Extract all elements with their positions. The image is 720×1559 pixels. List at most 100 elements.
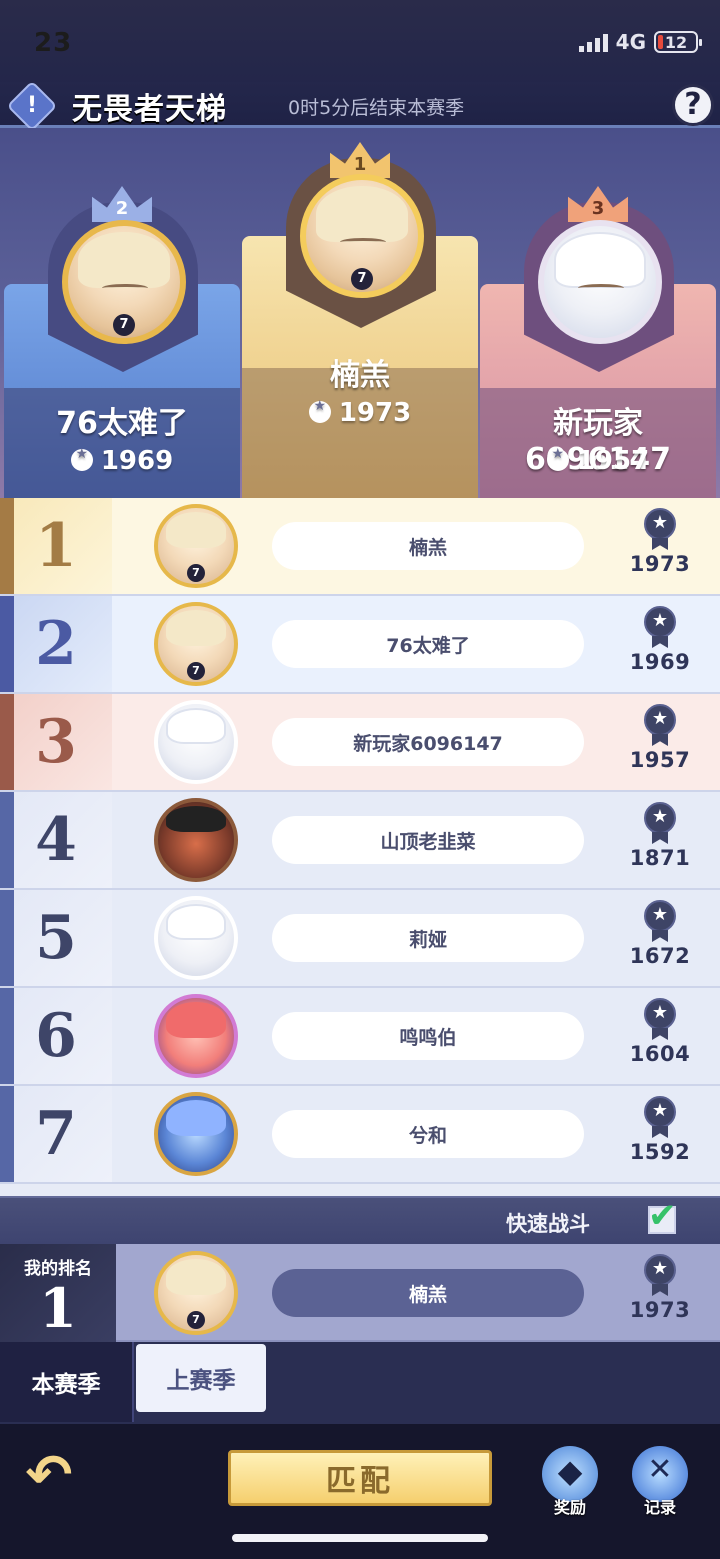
level-badge: 7 [113, 314, 135, 336]
player-avatar[interactable] [154, 1092, 238, 1176]
score-box: 1871 [612, 802, 708, 870]
player-name: 76太难了 [272, 620, 584, 668]
player-name: 山顶老韭菜 [272, 816, 584, 864]
crown-icon-first: 1 [330, 142, 390, 178]
score-value: 1969 [100, 446, 174, 476]
my-rank-number: 1 [39, 1276, 77, 1340]
ranking-row[interactable]: 5 莉娅 1672 [0, 890, 720, 988]
my-player-name: 楠羔 [272, 1269, 584, 1317]
reward-button[interactable]: 奖励 [538, 1446, 602, 1518]
podium-name-second: 76太难了 [56, 406, 188, 441]
score-value: 1957 [629, 748, 691, 772]
score-value: 1973 [338, 398, 412, 428]
score-value: 1672 [629, 944, 691, 968]
level-badge: 7 [187, 564, 205, 582]
score-value: 1957 [576, 446, 650, 476]
player-name: 兮和 [272, 1110, 584, 1158]
my-avatar[interactable]: 7 [154, 1251, 238, 1335]
ranking-row[interactable]: 1 7 楠羔 1973 [0, 498, 720, 596]
score-box: 1592 [612, 1096, 708, 1164]
score-value: 1871 [629, 846, 691, 870]
crown-icon-third: 3 [568, 186, 628, 222]
score-box: 1604 [612, 998, 708, 1066]
home-indicator[interactable] [232, 1534, 488, 1542]
player-avatar[interactable] [154, 798, 238, 882]
rank-number: 4 [0, 792, 112, 888]
avatar-first[interactable]: 7 [300, 174, 424, 298]
network-type: 4G [615, 30, 646, 54]
quick-battle-bar: 快速战斗 ✔ [0, 1196, 720, 1244]
rank-number: 3 [0, 694, 112, 790]
score-value: 1592 [629, 1140, 691, 1164]
battery-level: 12 [664, 32, 688, 52]
avatar-second[interactable]: 7 [62, 220, 186, 344]
record-button[interactable]: 记录 [628, 1446, 692, 1518]
reward-label: 奖励 [553, 1498, 586, 1517]
player-name: 鸣鸣伯 [272, 1012, 584, 1060]
check-icon: ✔ [648, 1196, 677, 1236]
season-countdown: 0时5分后结束本赛季 [288, 97, 465, 119]
battery-icon: 12 [654, 31, 702, 53]
status-time: 23 [34, 28, 73, 58]
score-box: 1957 [612, 704, 708, 772]
my-rank-label: 我的排名 [24, 1259, 92, 1279]
score-value: 1973 [629, 552, 691, 576]
score-box: 1973 [612, 508, 708, 576]
my-score-value: 1973 [629, 1298, 691, 1322]
signal-icon [578, 32, 608, 52]
player-avatar[interactable]: 7 [154, 602, 238, 686]
podium-score-second: 1969 [4, 446, 240, 476]
bottom-bar: ↶ 匹配 奖励 记录 [0, 1424, 720, 1559]
warning-glyph: ! [26, 93, 38, 118]
my-rank-cell: 我的排名 1 [0, 1244, 116, 1342]
info-warning-icon[interactable]: ! [6, 80, 58, 132]
medal-icon [644, 508, 676, 540]
record-label: 记录 [643, 1498, 676, 1517]
medal-icon [644, 900, 676, 932]
rank-number: 1 [0, 498, 112, 594]
ranking-row[interactable]: 2 7 76太难了 1969 [0, 596, 720, 694]
medal-icon [644, 606, 676, 638]
tab-previous-season[interactable]: 上赛季 [136, 1344, 266, 1412]
rank-number: 6 [0, 988, 112, 1084]
top-three-podium: 2 1 3 7 7 76太难了 1969 楠羔 1973 新玩家6096147 … [0, 128, 720, 498]
quick-battle-checkbox[interactable]: ✔ [648, 1196, 677, 1236]
medal-icon [308, 398, 331, 423]
ranking-row[interactable]: 6 鸣鸣伯 1604 [0, 988, 720, 1086]
level-badge: 7 [187, 662, 205, 680]
ranking-row[interactable]: 3 新玩家6096147 1957 [0, 694, 720, 792]
medal-icon [644, 998, 676, 1030]
my-rank-row: 我的排名 1 7 楠羔 1973 [0, 1244, 720, 1342]
podium-name-first: 楠羔 [330, 358, 390, 393]
medal-icon [644, 704, 676, 736]
level-badge: 7 [351, 268, 373, 290]
player-avatar[interactable] [154, 994, 238, 1078]
player-avatar[interactable] [154, 700, 238, 784]
player-name: 新玩家6096147 [272, 718, 584, 766]
avatar-third[interactable] [538, 220, 662, 344]
score-box: 1672 [612, 900, 708, 968]
status-indicators: 4G 12 [578, 30, 702, 54]
medal-icon [644, 1096, 676, 1128]
score-value: 1604 [629, 1042, 691, 1066]
medal-icon [644, 1254, 676, 1286]
ranking-row[interactable]: 7 兮和 1592 [0, 1086, 720, 1184]
player-name: 莉娅 [272, 914, 584, 962]
help-icon[interactable]: ? [672, 84, 714, 126]
season-tabs: 本赛季 上赛季 [0, 1342, 720, 1424]
player-name: 楠羔 [272, 522, 584, 570]
rank-number: 7 [0, 1086, 112, 1182]
player-avatar[interactable] [154, 896, 238, 980]
back-button[interactable]: ↶ [18, 1448, 80, 1510]
tab-current-season[interactable]: 本赛季 [0, 1342, 134, 1422]
match-button[interactable]: 匹配 [228, 1450, 492, 1506]
crown-icon-second: 2 [92, 186, 152, 222]
rank-number: 5 [0, 890, 112, 986]
title-bar: ! 无畏者天梯 0时5分后结束本赛季 ? [0, 80, 720, 132]
ranking-row[interactable]: 4 山顶老韭菜 1871 [0, 792, 720, 890]
score-value: 1969 [629, 650, 691, 674]
player-avatar[interactable]: 7 [154, 504, 238, 588]
ranking-list[interactable]: 1 7 楠羔 1973 2 7 76太难了 1969 3 新玩家6096147 [0, 498, 720, 1198]
score-box: 1973 [612, 1254, 708, 1322]
medal-icon [546, 446, 569, 471]
